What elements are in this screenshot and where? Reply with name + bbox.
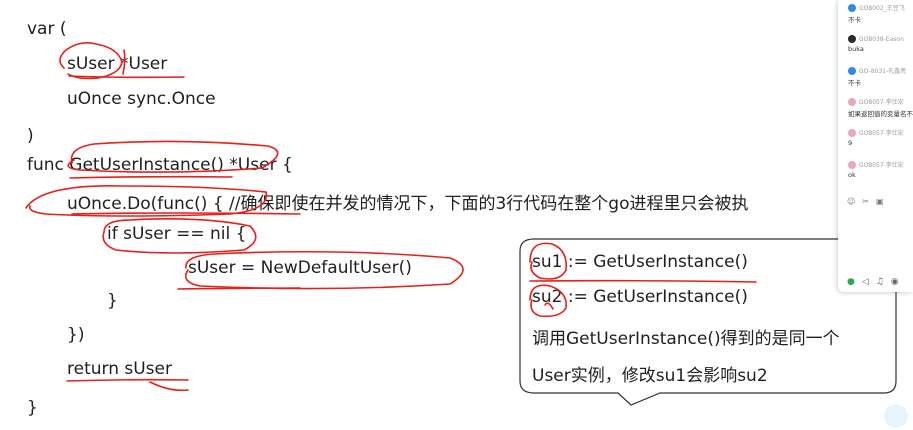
- slide-canvas: var ( sUser *User uOnce sync.Once ) func…: [0, 0, 913, 430]
- code-line: if sUser == nil {: [107, 224, 247, 244]
- avatar: [848, 66, 856, 75]
- image-icon[interactable]: ▣: [876, 197, 884, 206]
- code-line: func GetUserInstance() *User {: [27, 155, 293, 175]
- code-line: return sUser: [67, 359, 172, 379]
- code-line: }): [67, 325, 85, 345]
- chat-message: GO8057-李仕宏 9: [848, 128, 913, 147]
- annotation-underline-newuser: [177, 287, 301, 290]
- avatar: [848, 160, 856, 169]
- chat-text: 9: [848, 139, 853, 147]
- chat-sender: GO8002_王豆飞: [859, 5, 905, 12]
- chat-message: GO8038-Eason buka: [848, 35, 913, 53]
- chat-sender: GO8057-李仕宏: [859, 99, 904, 106]
- callout-line: su1 := GetUserInstance(): [532, 252, 748, 272]
- chat-text: ok: [848, 171, 856, 179]
- avatar: [848, 3, 856, 12]
- code-line: sUser = NewDefaultUser(): [188, 258, 412, 278]
- chat-message: GO8002_王豆飞 不卡: [848, 3, 913, 24]
- floating-assistant-button[interactable]: [884, 404, 908, 428]
- chat-message: GO8057-李仕宏 如果返回值的变量名不: [848, 97, 913, 118]
- chat-text: 如果返回值的变量名不: [848, 110, 913, 118]
- annotation-underline-return: [66, 378, 189, 382]
- avatar: [848, 35, 856, 43]
- chat-message: GO8057-李仕宏 ok: [848, 160, 913, 179]
- callout-line: 调用GetUserInstance()得到的是同一个: [532, 329, 840, 349]
- code-line: ): [27, 126, 34, 146]
- callout-line: User实例，修改su1会影响su2: [532, 366, 768, 386]
- music-icon[interactable]: ♫: [876, 277, 884, 287]
- code-line: sUser *User: [67, 54, 168, 74]
- code-line: uOnce.Do(func() { //确保即使在并发的情况下，下面的3行代码在…: [67, 194, 749, 214]
- code-line: var (: [27, 19, 67, 39]
- chat-panel: GO8002_王豆飞 不卡 GO8038-Eason buka GO-8031-…: [838, 0, 913, 292]
- annotation-underline-suser: [68, 75, 185, 79]
- avatar: [848, 97, 856, 106]
- annotation-underline-func: [69, 175, 233, 179]
- chat-text: 不卡: [848, 79, 861, 87]
- scissors-icon[interactable]: ✂: [862, 197, 869, 206]
- callout-line: su2 := GetUserInstance(): [532, 287, 748, 307]
- chat-sender: GO8038-Eason: [859, 35, 904, 43]
- chat-sender: GO8057-李仕宏: [859, 130, 904, 137]
- media-controls: ● ◁ ♫ ◉: [847, 277, 899, 287]
- camera-icon[interactable]: ◉: [891, 277, 899, 287]
- chat-message: GO-8031-孔鑫亮 不卡: [848, 66, 913, 87]
- chat-sender: GO8057-李仕宏: [859, 162, 904, 169]
- chat-text: buka: [848, 45, 864, 53]
- microphone-icon[interactable]: ●: [847, 277, 855, 287]
- chat-toolbar: ☺ ✂ ▣: [847, 197, 884, 206]
- annotation-stroke-return: [149, 381, 189, 392]
- speaker-icon[interactable]: ◁: [862, 277, 869, 287]
- chat-sender: GO-8031-孔鑫亮: [859, 68, 907, 75]
- code-line: uOnce sync.Once: [67, 89, 216, 109]
- smiley-icon[interactable]: ☺: [847, 197, 855, 206]
- avatar: [848, 128, 856, 137]
- chat-text: 不卡: [848, 16, 861, 24]
- code-line: }: [27, 398, 38, 418]
- code-line: }: [107, 291, 118, 311]
